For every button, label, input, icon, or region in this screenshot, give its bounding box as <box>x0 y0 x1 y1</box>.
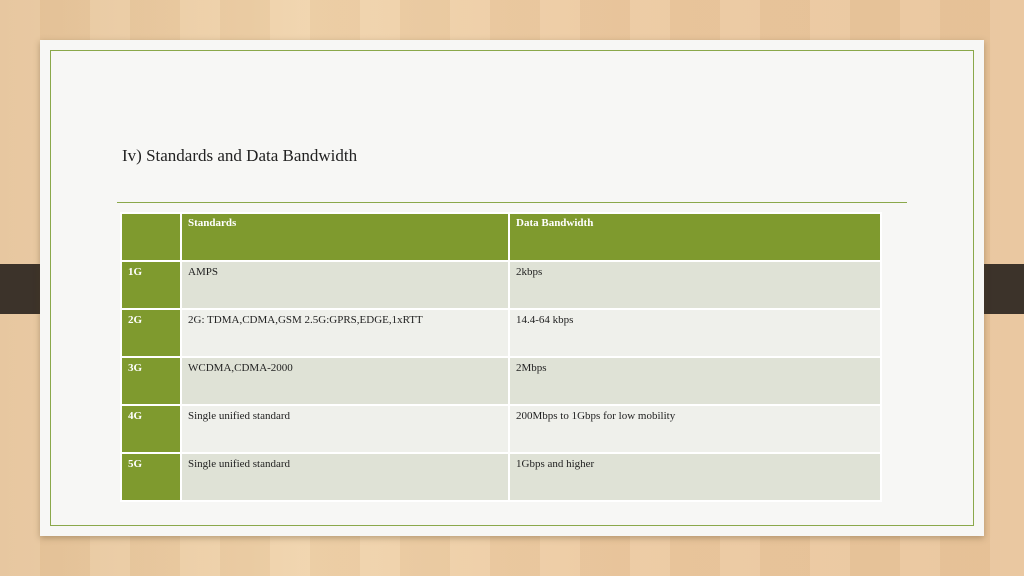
table-row: 2G 2G: TDMA,CDMA,GSM 2.5G:GPRS,EDGE,1xRT… <box>120 308 882 358</box>
bandwidth-cell: 1Gbps and higher <box>508 452 882 502</box>
slide-title: Iv) Standards and Data Bandwidth <box>122 146 358 165</box>
standard-cell: AMPS <box>180 260 510 310</box>
table-row: 1G AMPS 2kbps <box>120 260 882 310</box>
standard-cell: Single unified standard <box>180 452 510 502</box>
table-row: 4G Single unified standard 200Mbps to 1G… <box>120 404 882 454</box>
bandwidth-cell: 14.4-64 kbps <box>508 308 882 358</box>
standards-table: Standards Data Bandwidth 1G AMPS 2kbps 2… <box>120 212 882 502</box>
header-data-bandwidth: Data Bandwidth <box>508 212 882 262</box>
title-divider <box>117 202 907 203</box>
generation-cell: 4G <box>120 404 182 454</box>
table-row: 3G WCDMA,CDMA-2000 2Mbps <box>120 356 882 406</box>
generation-cell: 5G <box>120 452 182 502</box>
header-generation <box>120 212 182 262</box>
generation-cell: 2G <box>120 308 182 358</box>
generation-cell: 3G <box>120 356 182 406</box>
header-standards: Standards <box>180 212 510 262</box>
table-row: 5G Single unified standard 1Gbps and hig… <box>120 452 882 502</box>
standard-cell: 2G: TDMA,CDMA,GSM 2.5G:GPRS,EDGE,1xRTT <box>180 308 510 358</box>
bandwidth-cell: 2Mbps <box>508 356 882 406</box>
bandwidth-cell: 2kbps <box>508 260 882 310</box>
generation-cell: 1G <box>120 260 182 310</box>
standard-cell: Single unified standard <box>180 404 510 454</box>
table-container: Standards Data Bandwidth 1G AMPS 2kbps 2… <box>120 212 882 502</box>
table-header-row: Standards Data Bandwidth <box>120 212 882 262</box>
bandwidth-cell: 200Mbps to 1Gbps for low mobility <box>508 404 882 454</box>
slide: Iv) Standards and Data Bandwidth Standar… <box>40 40 984 536</box>
standard-cell: WCDMA,CDMA-2000 <box>180 356 510 406</box>
